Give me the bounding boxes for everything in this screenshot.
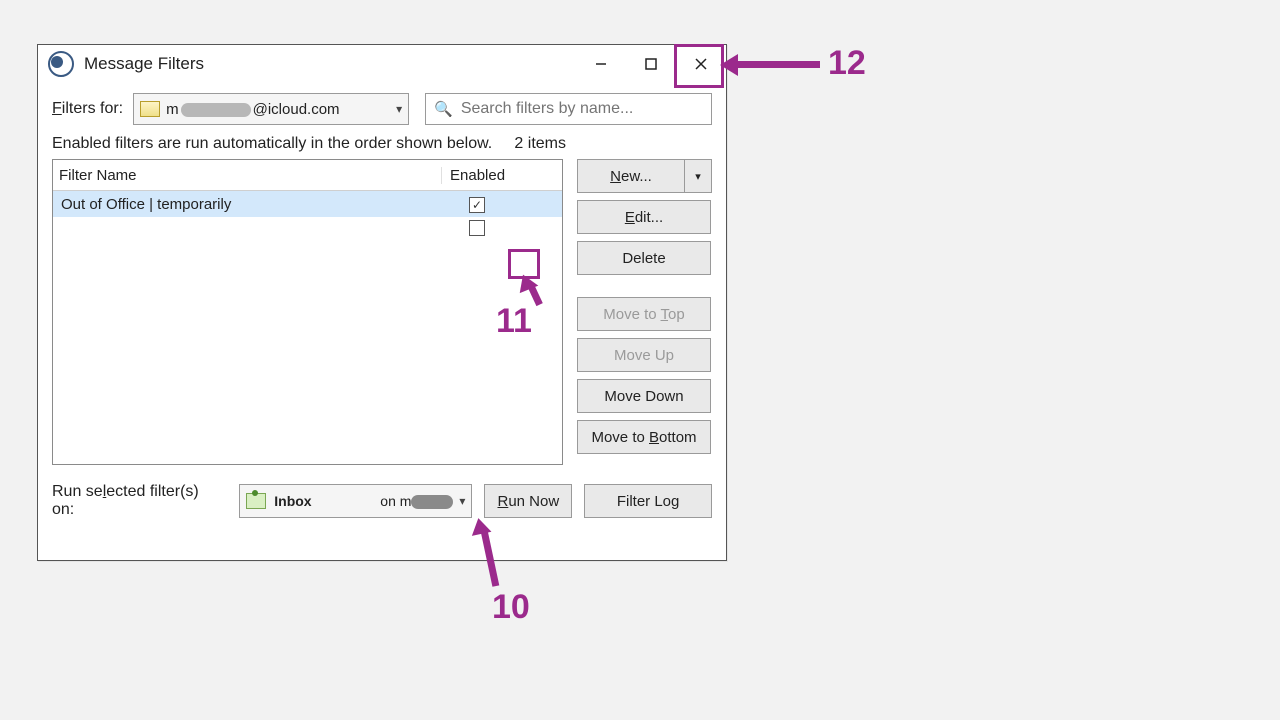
titlebar: Message Filters (38, 45, 726, 83)
filter-name-cell: Out of Office | temporarily (53, 196, 443, 213)
annotation-arrow (735, 61, 820, 68)
annotation-label-12: 12 (828, 44, 866, 83)
mail-account-icon (140, 101, 160, 117)
folder-select[interactable]: Inbox on m ▾ (239, 484, 472, 518)
annotation-label-10: 10 (492, 588, 530, 627)
inbox-icon (246, 493, 266, 509)
message-filters-window: Message Filters Filters for: m@icloud.co… (37, 44, 727, 561)
info-text: Enabled filters are run automatically in… (52, 135, 492, 153)
filter-list[interactable]: Filter Name Enabled Out of Office | temp… (52, 159, 563, 465)
filter-row[interactable]: Out of Office | temporarily (53, 191, 562, 217)
folder-account: on m (380, 493, 453, 509)
move-up-button[interactable]: Move Up (577, 338, 711, 372)
annotation-label-11: 11 (496, 302, 532, 341)
close-icon (694, 57, 708, 71)
side-buttons: New... ▾ Edit... Delete Move to Top Move… (577, 159, 712, 465)
search-input[interactable] (459, 99, 703, 119)
move-bottom-button[interactable]: Move to Bottom (577, 420, 711, 454)
window-title: Message Filters (84, 54, 204, 74)
minimize-button[interactable] (576, 45, 626, 83)
info-row: Enabled filters are run automatically in… (52, 135, 566, 153)
app-icon (48, 51, 74, 77)
edit-button[interactable]: Edit... (577, 200, 711, 234)
minimize-icon (595, 58, 607, 70)
redacted-text (411, 495, 453, 509)
search-icon: 🔍 (434, 100, 453, 118)
redacted-text (181, 103, 251, 117)
account-select[interactable]: m@icloud.com ▾ (133, 93, 409, 125)
folder-name: Inbox (274, 493, 311, 509)
move-down-button[interactable]: Move Down (577, 379, 711, 413)
main-area: Filter Name Enabled Out of Office | temp… (52, 159, 712, 465)
list-header: Filter Name Enabled (53, 160, 562, 191)
col-filter-name[interactable]: Filter Name (53, 167, 442, 184)
run-label: Run selected filter(s) on: (52, 483, 217, 519)
filter-row[interactable] (53, 217, 562, 243)
chevron-down-icon: ▾ (695, 170, 701, 183)
new-button-group: New... ▾ (577, 159, 712, 193)
window-body: Filters for: m@icloud.com ▾ 🔍 Enabled fi… (38, 83, 726, 533)
bottom-row: Run selected filter(s) on: Inbox on m ▾ … (52, 483, 712, 519)
move-top-button[interactable]: Move to Top (577, 297, 711, 331)
enabled-checkbox[interactable] (469, 220, 485, 236)
chevron-down-icon: ▾ (459, 494, 465, 508)
delete-button[interactable]: Delete (577, 241, 711, 275)
maximize-icon (645, 58, 657, 70)
new-button[interactable]: New... (577, 159, 684, 193)
filters-for-row: Filters for: m@icloud.com ▾ 🔍 (52, 93, 712, 125)
run-now-button[interactable]: Run Now (484, 484, 572, 518)
annotation-arrowhead (720, 54, 738, 76)
col-enabled[interactable]: Enabled (442, 167, 505, 184)
filters-for-label: Filters for: (52, 100, 123, 118)
account-email: m@icloud.com (166, 101, 339, 118)
enabled-checkbox[interactable] (469, 197, 485, 213)
window-buttons (576, 45, 726, 83)
maximize-button[interactable] (626, 45, 676, 83)
search-input-wrapper[interactable]: 🔍 (425, 93, 712, 125)
new-dropdown-button[interactable]: ▾ (684, 159, 712, 193)
close-button[interactable] (676, 45, 726, 83)
chevron-down-icon: ▾ (396, 102, 402, 116)
filter-log-button[interactable]: Filter Log (584, 484, 712, 518)
item-count: 2 items (514, 135, 566, 153)
